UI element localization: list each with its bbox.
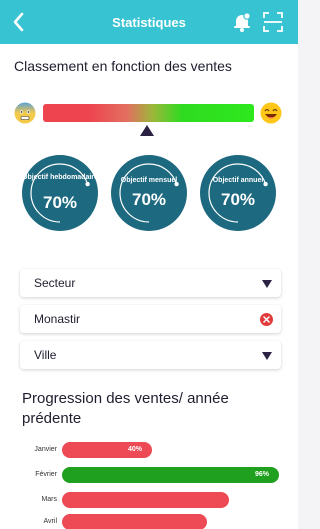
progress-bar	[62, 514, 207, 529]
location-field[interactable]: Monastir	[20, 305, 281, 333]
page-title: Statistiques	[112, 14, 186, 30]
month-label: Avril	[43, 518, 57, 525]
bell-icon[interactable]	[233, 12, 251, 32]
objective-label: Objectif mensuel	[120, 177, 178, 184]
progression-title: Progression des ventes/ année prédente	[22, 390, 229, 427]
chevron-down-icon	[262, 352, 272, 360]
scan-icon[interactable]	[263, 12, 283, 32]
month-label: Janvier	[34, 446, 57, 453]
sector-select-value: Secteur	[34, 276, 76, 290]
objectives-row: Objectif hebdomadaire 70% Objectif mensu…	[0, 150, 298, 235]
progress-row: Avril	[0, 514, 298, 529]
progress-bar	[62, 467, 279, 483]
app-header: Statistiques	[0, 0, 298, 44]
ranking-title: Classement en fonction des ventes	[14, 58, 232, 74]
objective-value: 70%	[220, 190, 256, 209]
progress-row: Janvier 40%	[0, 442, 298, 458]
clear-icon[interactable]	[260, 313, 273, 326]
city-select-value: Ville	[34, 348, 57, 362]
ranking-gauge	[43, 104, 254, 122]
chevron-down-icon	[262, 280, 272, 288]
objective-label: Objectif annuel	[212, 177, 264, 184]
month-label: Mars	[41, 496, 57, 503]
progress-row: Mars	[0, 492, 298, 508]
sector-select[interactable]: Secteur	[20, 269, 281, 297]
anxious-face-icon	[14, 102, 36, 124]
progress-percent: 40%	[128, 446, 143, 453]
objective-value: 70%	[42, 193, 78, 212]
smiling-face-icon	[260, 102, 282, 124]
objective-annual: Objectif annuel 70%	[200, 155, 276, 231]
month-label: Février	[35, 471, 57, 478]
objective-value: 70%	[131, 190, 167, 209]
city-select[interactable]: Ville	[20, 341, 281, 369]
objective-label: Objectif hebdomadaire	[22, 174, 98, 181]
back-chevron-icon[interactable]	[10, 11, 28, 33]
progress-row: Février 96%	[0, 467, 298, 483]
progress-bar	[62, 492, 229, 508]
objective-monthly: Objectif mensuel 70%	[111, 155, 187, 231]
location-field-value: Monastir	[34, 312, 81, 326]
gauge-marker-icon	[140, 125, 154, 136]
objective-weekly: Objectif hebdomadaire 70%	[22, 155, 98, 231]
progress-percent: 96%	[255, 471, 270, 478]
